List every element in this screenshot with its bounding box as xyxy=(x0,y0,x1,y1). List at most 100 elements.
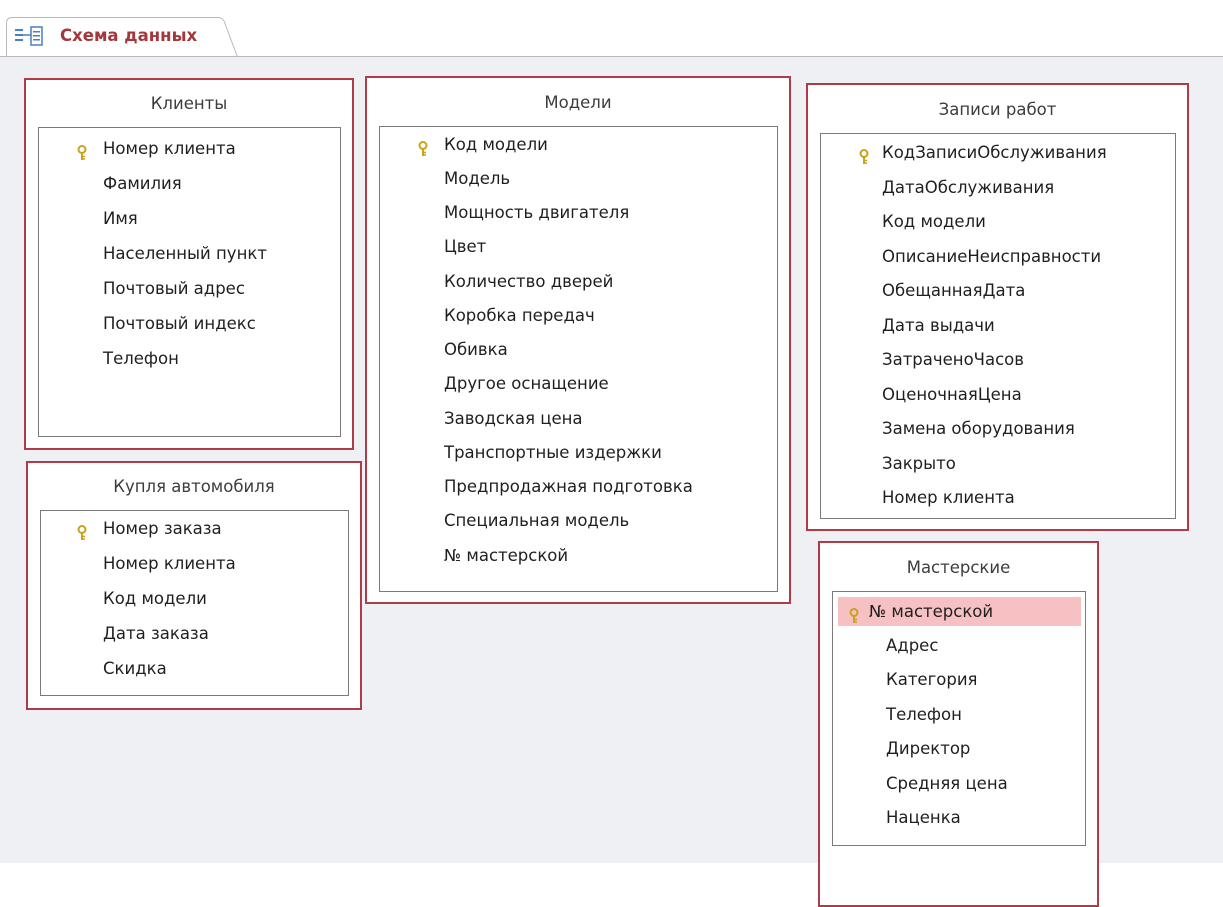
field-name: Директор xyxy=(886,739,971,758)
field-name: Код модели xyxy=(103,589,207,608)
field-name: Обивка xyxy=(444,340,508,359)
field-list[interactable]: КодЗаписиОбслуживания ДатаОбслуживания К… xyxy=(820,133,1176,519)
table-title: Мастерские xyxy=(906,558,1011,577)
tab-relationships[interactable]: Схема данных xyxy=(6,17,238,57)
field-name: ЗатраченоЧасов xyxy=(882,350,1024,369)
field-name: Номер клиента xyxy=(103,554,236,573)
field-name: Мощность двигателя xyxy=(444,203,630,222)
field-row[interactable]: КодЗаписиОбслуживания xyxy=(821,138,1175,167)
field-row[interactable]: Заводская цена xyxy=(380,404,777,433)
document-tab-strip: Схема данных xyxy=(0,0,1223,57)
field-name: Предпродажная подготовка xyxy=(444,477,693,496)
field-row[interactable]: ЗатраченоЧасов xyxy=(821,345,1175,374)
field-name: Наценка xyxy=(886,808,961,827)
field-row[interactable]: Адрес xyxy=(833,631,1085,660)
field-row[interactable]: Другое оснащение xyxy=(380,369,777,398)
field-row[interactable]: Дата выдачи xyxy=(821,311,1175,340)
primary-key-icon xyxy=(848,604,860,623)
field-row[interactable]: Телефон xyxy=(39,344,340,373)
field-name: Цвет xyxy=(444,237,487,256)
field-name: КодЗаписиОбслуживания xyxy=(882,143,1107,162)
field-row[interactable]: Цвет xyxy=(380,232,777,261)
field-name: Номер клиента xyxy=(882,488,1015,507)
field-name: Имя xyxy=(103,209,138,228)
field-row[interactable]: Коробка передач xyxy=(380,301,777,330)
field-name: Телефон xyxy=(886,705,962,724)
field-row[interactable]: Почтовый адрес xyxy=(39,274,340,303)
field-name: Транспортные издержки xyxy=(444,443,662,462)
field-row[interactable]: Фамилия xyxy=(39,169,340,198)
field-name: Номер заказа xyxy=(103,519,222,538)
field-name: Населенный пункт xyxy=(103,244,267,263)
field-name: Средняя цена xyxy=(886,774,1008,793)
field-name: ОбещаннаяДата xyxy=(882,281,1026,300)
primary-key-icon xyxy=(417,137,429,156)
field-list[interactable]: Код модели Модель Мощность двигателя Цве… xyxy=(379,126,778,592)
field-name: Количество дверей xyxy=(444,272,614,291)
field-row[interactable]: Номер заказа xyxy=(41,514,348,543)
field-name: Другое оснащение xyxy=(444,374,609,393)
field-name: Коробка передач xyxy=(444,306,595,325)
tab-label: Схема данных xyxy=(60,26,198,45)
field-name: ДатаОбслуживания xyxy=(882,178,1055,197)
field-list[interactable]: Номер заказа Номер клиента Код модели Да… xyxy=(40,510,349,696)
field-name: Заводская цена xyxy=(444,409,583,428)
field-name: Код модели xyxy=(882,212,986,231)
field-row[interactable]: Скидка xyxy=(41,654,348,683)
table-workshops[interactable]: Мастерские № мастерской Адрес Категория … xyxy=(818,541,1099,907)
relationships-icon xyxy=(15,26,43,46)
field-row[interactable]: Директор xyxy=(833,734,1085,763)
field-row[interactable]: Номер клиента xyxy=(41,549,348,578)
field-row[interactable]: Количество дверей xyxy=(380,267,777,296)
table-title: Купля автомобиля xyxy=(113,477,275,496)
table-title: Клиенты xyxy=(150,94,228,113)
table-work-records[interactable]: Записи работ КодЗаписиОбслуживания ДатаО… xyxy=(806,83,1189,531)
field-row[interactable]: Замена оборудования xyxy=(821,414,1175,443)
field-name: Почтовый индекс xyxy=(103,314,256,333)
field-row[interactable]: ДатаОбслуживания xyxy=(821,173,1175,202)
relationships-canvas[interactable]: Клиенты Номер клиента Фамилия Имя Населе… xyxy=(0,57,1223,907)
table-title: Записи работ xyxy=(938,100,1057,119)
field-row[interactable]: Специальная модель xyxy=(380,506,777,535)
field-row[interactable]: Имя xyxy=(39,204,340,233)
field-row[interactable]: Код модели xyxy=(380,130,777,159)
field-row[interactable]: Транспортные издержки xyxy=(380,438,777,467)
field-name: Замена оборудования xyxy=(882,419,1075,438)
field-row[interactable]: Код модели xyxy=(821,207,1175,236)
field-name: Почтовый адрес xyxy=(103,279,245,298)
field-row[interactable]: Дата заказа xyxy=(41,619,348,648)
field-row[interactable]: Номер клиента xyxy=(821,483,1175,512)
field-name: Дата выдачи xyxy=(882,316,995,335)
field-name: № мастерской xyxy=(869,602,994,621)
field-row[interactable]: Телефон xyxy=(833,700,1085,729)
field-row[interactable]: Закрыто xyxy=(821,449,1175,478)
field-row[interactable]: Код модели xyxy=(41,584,348,613)
field-row[interactable]: Наценка xyxy=(833,803,1085,832)
field-name: Дата заказа xyxy=(103,624,209,643)
field-name: Номер клиента xyxy=(103,139,236,158)
field-row[interactable]: Населенный пункт xyxy=(39,239,340,268)
field-row[interactable]: Почтовый индекс xyxy=(39,309,340,338)
field-row[interactable]: Модель xyxy=(380,164,777,193)
field-row[interactable]: ОценочнаяЦена xyxy=(821,380,1175,409)
field-name: Закрыто xyxy=(882,454,956,473)
field-row[interactable]: ОбещаннаяДата xyxy=(821,276,1175,305)
field-row[interactable]: Средняя цена xyxy=(833,769,1085,798)
field-row-selected[interactable]: № мастерской xyxy=(838,597,1081,626)
field-row[interactable]: ОписаниеНеисправности xyxy=(821,242,1175,271)
field-row[interactable]: Мощность двигателя xyxy=(380,198,777,227)
field-row[interactable]: Категория xyxy=(833,665,1085,694)
field-name: Телефон xyxy=(103,349,179,368)
field-name: № мастерской xyxy=(444,546,569,565)
field-row[interactable]: Обивка xyxy=(380,335,777,364)
field-name: ОписаниеНеисправности xyxy=(882,247,1102,266)
field-list[interactable]: № мастерской Адрес Категория Телефон Дир… xyxy=(832,591,1086,846)
table-clients[interactable]: Клиенты Номер клиента Фамилия Имя Населе… xyxy=(24,78,354,450)
field-row[interactable]: Номер клиента xyxy=(39,134,340,163)
field-name: Специальная модель xyxy=(444,511,630,530)
field-row[interactable]: Предпродажная подготовка xyxy=(380,472,777,501)
field-row[interactable]: № мастерской xyxy=(380,541,777,570)
field-list[interactable]: Номер клиента Фамилия Имя Населенный пун… xyxy=(38,127,341,437)
table-models[interactable]: Модели Код модели Модель Мощность двигат… xyxy=(365,76,791,604)
table-car-purchase[interactable]: Купля автомобиля Номер заказа Номер клие… xyxy=(26,461,362,710)
